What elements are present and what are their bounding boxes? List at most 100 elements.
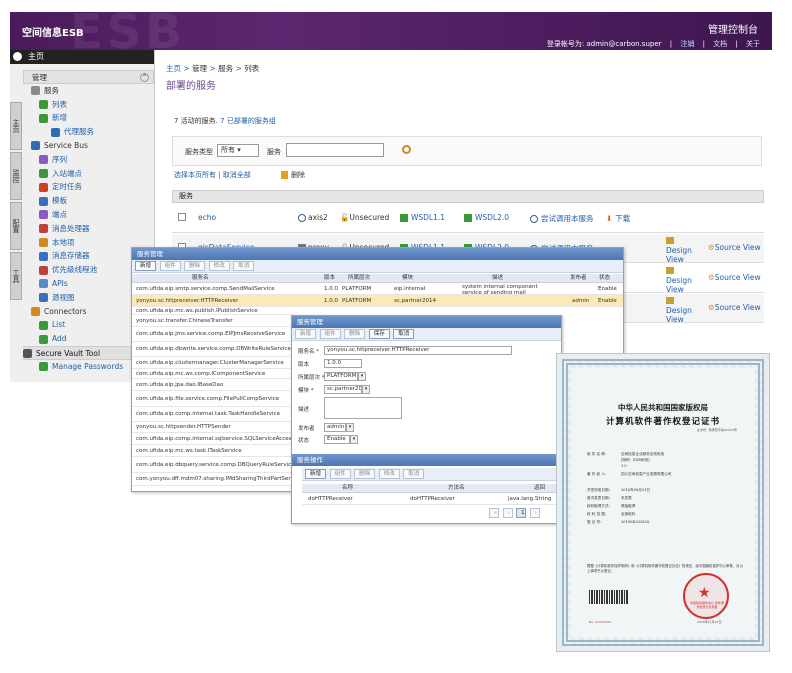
table-row[interactable]: com.ufida.eip.smtp.service.comp.SendMail… (132, 283, 623, 295)
table-row[interactable]: yonyou.sc.httpreceiver.HTTPReceiver 1.0.0… (132, 295, 623, 307)
table-row[interactable]: com.ufida.eip.comp.internal.task.TaskHan… (132, 407, 292, 422)
about-link[interactable]: 关于 (746, 40, 760, 48)
sidebar-item[interactable]: 代理服务 (23, 125, 154, 139)
collapse-icon[interactable]: ^ (140, 73, 149, 82)
sidebar-item[interactable]: Service Bus (23, 139, 154, 153)
table-row[interactable]: com.ufida.eip.jpa.dao.IBaseDao (132, 379, 292, 391)
col-layer[interactable]: 所属层次 (348, 274, 370, 283)
sidebar-item[interactable]: 序列 (23, 153, 154, 167)
delete-button[interactable]: 删除 (281, 171, 305, 179)
table-row[interactable]: yonyou.sc.httpsender.HTTPSender (132, 422, 292, 433)
sidebar-item[interactable]: 入站端点 (23, 167, 154, 181)
table-row[interactable]: com.ufida.eip.comp.internal.sqlservice.S… (132, 433, 292, 445)
edit-button[interactable]: 修改 (208, 261, 230, 271)
sidebar-item[interactable]: 模板 (23, 194, 154, 208)
col-op-return[interactable]: 返回 (534, 484, 545, 493)
op-edit-button[interactable]: 修改 (378, 469, 400, 479)
col-status[interactable]: 状态 (599, 274, 610, 283)
wsdl20-link[interactable]: WSDL2.0 (464, 213, 509, 222)
col-op-name[interactable]: 名称 (342, 484, 353, 493)
next-page-icon[interactable]: › (529, 508, 540, 518)
clear-all-link[interactable]: 取消全部 (223, 171, 251, 179)
add-button[interactable]: 新增 (135, 261, 157, 271)
op-delete-button[interactable]: 删除 (354, 469, 376, 479)
wsdl11-link[interactable]: WSDL1.1 (400, 213, 445, 222)
publisher-select[interactable]: admin (324, 423, 346, 432)
col-version[interactable]: 版本 (324, 274, 335, 283)
status-select[interactable]: Enable (324, 435, 350, 444)
sidebar-manage-header[interactable]: 管理 ^ (23, 70, 154, 84)
module-select[interactable]: sc.partner2014 (324, 385, 362, 394)
row-checkbox[interactable] (178, 213, 186, 221)
page-number[interactable]: 1 (516, 508, 527, 518)
source-view-link[interactable]: ⚙Source View (708, 243, 761, 252)
logout-link[interactable]: 注销 (680, 40, 694, 48)
col-module[interactable]: 模块 (402, 274, 413, 283)
sidebar-item[interactable]: 列表 (23, 98, 154, 112)
table-row[interactable]: com.ufida.eip.dbwrite.service.comp.DBWri… (132, 342, 292, 357)
add-button[interactable]: 新增 (295, 329, 317, 339)
description-textarea[interactable] (324, 397, 402, 419)
table-row[interactable]: com.ufida.eip.jms.service.comp.EIPJmsRec… (132, 327, 292, 342)
sidebar-item[interactable]: 端点 (23, 208, 154, 222)
service-search-input[interactable] (286, 143, 384, 157)
component-button[interactable]: 组件 (159, 261, 181, 271)
chevron-down-icon[interactable]: ▾ (358, 372, 366, 381)
version-input[interactable]: 1.0.0 (324, 359, 362, 368)
op-cancel-button[interactable]: 取消 (403, 469, 425, 479)
component-button[interactable]: 组件 (319, 329, 341, 339)
download-link[interactable]: ⬇ 下载 (606, 213, 630, 224)
cancel-button[interactable]: 取消 (233, 261, 255, 271)
tab-home[interactable]: 主页 (10, 102, 22, 150)
layer-select[interactable]: PLATFORM (324, 372, 358, 381)
security-status[interactable]: 🔓Unsecured (340, 213, 389, 222)
col-op-method[interactable]: 方法名 (448, 484, 465, 493)
table-row[interactable]: com.ufida.eip.clustermanager.ClusterMana… (132, 357, 292, 369)
brand-logo[interactable]: 空间信息ESB (22, 24, 84, 39)
design-view-link[interactable]: Design View (666, 297, 706, 324)
source-view-link[interactable]: ⚙Source View (708, 273, 761, 282)
design-view-link[interactable]: Design View (666, 267, 706, 294)
service-groups-link[interactable]: 7 已部署的服务组 (220, 117, 276, 125)
prev-page-icon[interactable]: ‹ (502, 508, 513, 518)
tab-configure[interactable]: 配置 (10, 202, 22, 250)
service-type-select[interactable]: 所有 ▾ (217, 144, 259, 157)
chevron-down-icon[interactable]: ▾ (350, 435, 358, 444)
save-button[interactable]: 保存 (368, 329, 390, 339)
col-description[interactable]: 描述 (492, 274, 503, 283)
col-service-name[interactable]: 服务名 (192, 274, 209, 283)
sidebar-item[interactable]: 定时任务 (23, 180, 154, 194)
sidebar-home[interactable]: 主页 (10, 50, 154, 64)
breadcrumb-manage[interactable]: 管理 (192, 64, 207, 73)
service-name-link[interactable]: echo (198, 213, 216, 222)
docs-link[interactable]: 文档 (713, 40, 727, 48)
table-row[interactable]: com.ufida.eip.mc.ws.task.ITaskService (132, 445, 292, 457)
tab-tools[interactable]: 工具 (10, 252, 22, 300)
table-row[interactable]: com.yonyou.dff.mdm07.sharing.IMdSharingT… (132, 473, 292, 486)
sidebar-item[interactable]: 消息处理器 (23, 222, 154, 236)
try-service-link[interactable]: 尝试调用本服务 (530, 213, 594, 224)
sidebar-item[interactable]: 服务 (23, 84, 154, 98)
delete-button[interactable]: 删除 (344, 329, 366, 339)
table-row[interactable]: echo axis2 🔓Unsecured WSDL1.1 WSDL2.0 尝试… (172, 204, 764, 233)
cancel-button[interactable]: 取消 (393, 329, 415, 339)
table-row[interactable]: com.ufida.eip.file.service.comp.FilePull… (132, 391, 292, 407)
chevron-down-icon[interactable]: ▾ (362, 385, 370, 394)
service-name-input[interactable]: yonyou.sc.httpreceiver.HTTPReceiver (324, 346, 512, 355)
first-page-icon[interactable]: « (489, 508, 499, 518)
breadcrumb-home[interactable]: 主页 (166, 64, 181, 73)
col-publisher[interactable]: 发布者 (570, 274, 587, 283)
chevron-down-icon[interactable]: ▾ (346, 423, 354, 432)
tab-monitor[interactable]: 监控 (10, 152, 22, 200)
table-row[interactable]: com.ufida.eip.dbquery.service.comp.DBQue… (132, 457, 292, 473)
delete-button[interactable]: 删除 (184, 261, 206, 271)
search-icon[interactable] (402, 145, 411, 154)
table-row[interactable]: com.ufida.eip.mc.ws.publish.IPublishServ… (132, 307, 292, 315)
source-view-link[interactable]: ⚙Source View (708, 303, 761, 312)
design-view-link[interactable]: Design View (666, 237, 706, 264)
table-row[interactable]: com.ufida.eip.mc.ws.comp.IComponentServi… (132, 369, 292, 379)
breadcrumb-services[interactable]: 服务 (218, 64, 233, 73)
table-row[interactable]: doHTTPReceiver doHTTPReceiver java.lang.… (302, 493, 557, 505)
table-row[interactable]: yonyou.sc.transfer.ChineseTransfer (132, 315, 292, 327)
op-add-button[interactable]: 新增 (305, 469, 327, 479)
